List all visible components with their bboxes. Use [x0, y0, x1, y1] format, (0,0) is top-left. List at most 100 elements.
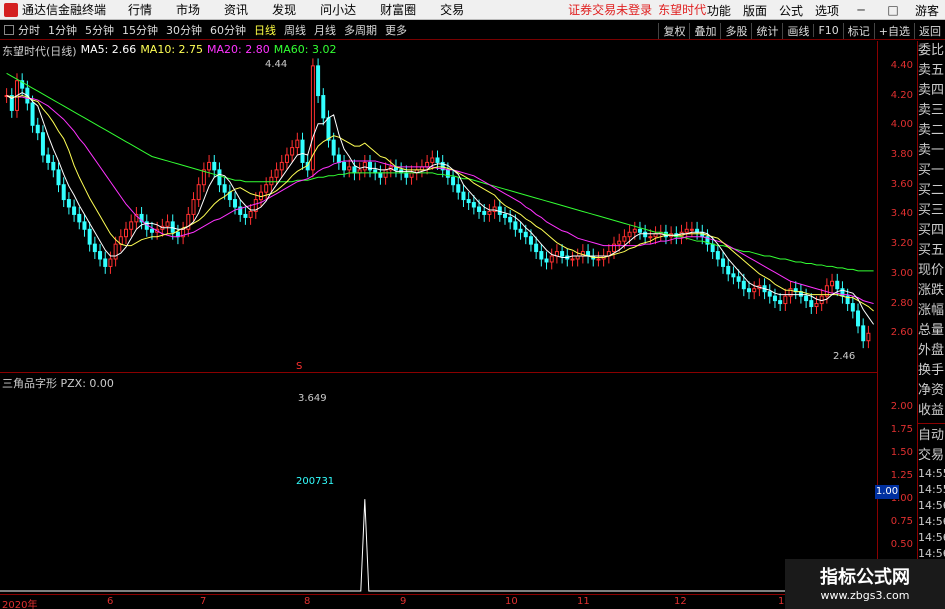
- candle-body: [149, 228, 154, 233]
- y-tick-label: 3.60: [890, 178, 913, 190]
- user-label[interactable]: 游客: [915, 2, 939, 19]
- candle-body: [61, 184, 66, 201]
- period-15min[interactable]: 15分钟: [122, 22, 158, 38]
- candle-body: [435, 157, 440, 163]
- x-tick-label: 9: [400, 596, 407, 607]
- menu-wealth[interactable]: 财富圈: [380, 1, 416, 18]
- watermark-url: www.zbgs3.com: [820, 589, 910, 602]
- btn-f10[interactable]: F10: [813, 24, 842, 37]
- candle-body: [191, 199, 196, 215]
- btn-multi-stock[interactable]: 多股: [720, 22, 751, 39]
- candle-body: [632, 228, 637, 233]
- trade-time: 14:55: [918, 483, 945, 496]
- candle-body: [456, 184, 461, 193]
- menu-options[interactable]: 选项: [815, 2, 839, 19]
- menu-layout[interactable]: 版面: [743, 2, 767, 19]
- candle-body: [741, 280, 746, 290]
- quote-label: 卖一: [918, 143, 945, 158]
- candle-body: [866, 332, 871, 342]
- candle-body: [856, 310, 861, 327]
- candle-body: [736, 276, 741, 282]
- period-1min[interactable]: 1分钟: [48, 22, 77, 38]
- x-tick-label: 1: [778, 596, 785, 607]
- candle-body: [46, 154, 51, 163]
- candle-body: [207, 161, 212, 171]
- menu-exchange[interactable]: 市场: [176, 1, 200, 18]
- period-intraday[interactable]: 分时: [18, 22, 40, 38]
- trade-label[interactable]: 交易: [918, 446, 945, 466]
- app-name: 通达信金融终端: [22, 3, 107, 17]
- legend-ma60: MA60: 3.02: [273, 43, 337, 56]
- minimize-icon[interactable]: ─: [851, 3, 871, 17]
- candle-body: [321, 95, 326, 119]
- sub-y-tick-label: 0.75: [890, 516, 913, 528]
- candle-body: [170, 221, 175, 233]
- period-5min[interactable]: 5分钟: [85, 22, 114, 38]
- candle-body: [300, 139, 305, 163]
- auto-label[interactable]: 自动: [918, 426, 945, 446]
- candle-body: [342, 161, 347, 171]
- candle-body: [726, 265, 731, 275]
- sub-svg: [0, 499, 877, 592]
- candle-body: [523, 231, 528, 238]
- period-weekly[interactable]: 周线: [284, 22, 306, 38]
- kline-svg: [4, 58, 875, 349]
- menu-discover[interactable]: 发现: [272, 1, 296, 18]
- candle-body: [264, 184, 269, 193]
- period-daily[interactable]: 日线: [254, 22, 276, 38]
- menu-formula[interactable]: 公式: [779, 2, 803, 19]
- candle-body: [560, 251, 565, 257]
- quote-label: 现价: [918, 263, 945, 278]
- main-kline-chart[interactable]: 东望时代(日线) MA5: 2.66 MA10: 2.75 MA20: 2.80…: [0, 41, 877, 373]
- legend-ma20: MA20: 2.80: [207, 43, 270, 56]
- btn-overlay[interactable]: 叠加: [689, 22, 720, 39]
- candle-body: [549, 255, 554, 263]
- menu-ask[interactable]: 问小达: [320, 1, 356, 18]
- y-tick-label: 2.60: [890, 327, 913, 339]
- candle-body: [731, 273, 736, 278]
- candle-body: [710, 243, 715, 253]
- y-tick-label: 4.40: [890, 59, 913, 71]
- candle-body: [772, 295, 777, 302]
- period-60min[interactable]: 60分钟: [210, 22, 246, 38]
- candle-body: [98, 251, 103, 260]
- candle-body: [165, 221, 170, 227]
- candle-body: [233, 199, 238, 208]
- watermark-title: 指标公式网: [820, 567, 910, 588]
- annotation-date: 200731: [296, 476, 335, 487]
- period-monthly[interactable]: 月线: [314, 22, 336, 38]
- sub-y-tick-label: 0.50: [890, 539, 913, 551]
- btn-stats[interactable]: 统计: [751, 22, 782, 39]
- candle-body: [643, 231, 648, 238]
- ma20-line: [6, 95, 874, 305]
- sub-y-tick-label: 1.50: [890, 447, 913, 459]
- sub-legend: 三角品字形 PZX: 0.00: [2, 375, 114, 391]
- candle-body: [835, 280, 840, 290]
- menu-market[interactable]: 行情: [128, 1, 152, 18]
- btn-add-watch[interactable]: +自选: [873, 22, 914, 39]
- menu-function[interactable]: 功能: [707, 2, 731, 19]
- candle-body: [77, 213, 82, 223]
- period-more[interactable]: 更多: [385, 22, 407, 38]
- x-tick-label: 11: [577, 596, 590, 607]
- candle-body: [482, 210, 487, 215]
- toggle-checkbox[interactable]: [4, 25, 14, 35]
- candle-body: [316, 65, 321, 97]
- menu-news[interactable]: 资讯: [224, 1, 248, 18]
- period-multi[interactable]: 多周期: [344, 22, 377, 38]
- candle-body: [430, 157, 435, 163]
- candle-body: [778, 300, 783, 305]
- candle-body: [87, 228, 92, 245]
- period-30min[interactable]: 30分钟: [166, 22, 202, 38]
- candle-body: [513, 221, 518, 230]
- btn-back[interactable]: 返回: [914, 22, 945, 39]
- sub-indicator-chart[interactable]: 三角品字形 PZX: 0.00 3.649 200731: [0, 373, 877, 595]
- btn-draw[interactable]: 画线: [782, 22, 813, 39]
- candle-body: [362, 161, 367, 171]
- login-warning[interactable]: 证券交易未登录: [568, 1, 652, 18]
- btn-adjust[interactable]: 复权: [658, 22, 689, 39]
- btn-mark[interactable]: 标记: [842, 22, 874, 39]
- annotation-value: 3.649: [298, 393, 327, 404]
- maximize-icon[interactable]: □: [883, 3, 903, 17]
- menu-trade[interactable]: 交易: [440, 1, 464, 18]
